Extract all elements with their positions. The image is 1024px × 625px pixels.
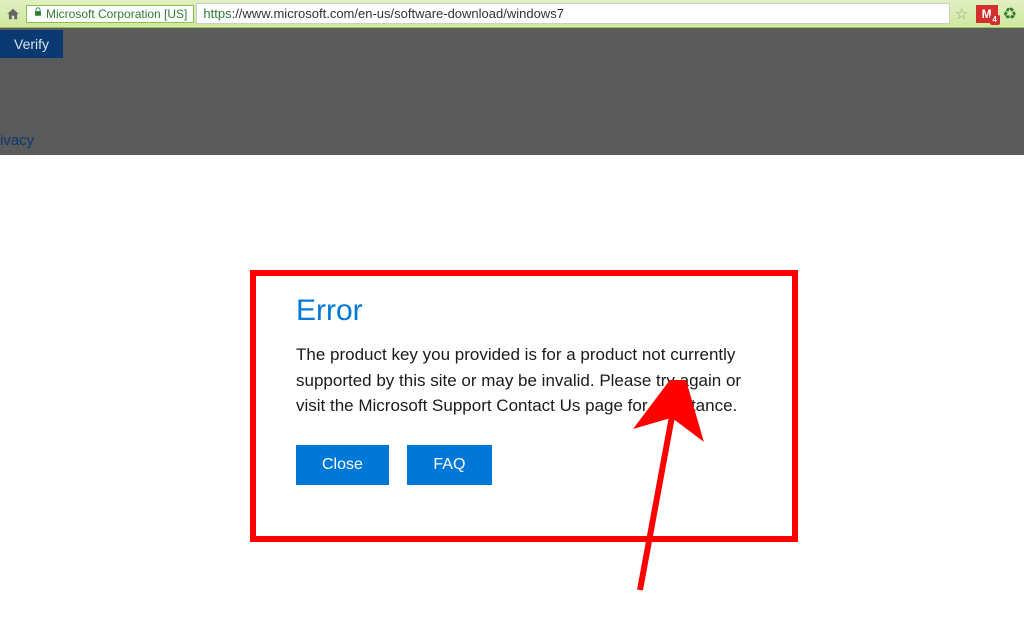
url-input[interactable]: https://www.microsoft.com/en-us/software… (196, 3, 949, 24)
error-dialog: Error The product key you provided is fo… (250, 270, 798, 542)
address-bar: Microsoft Corporation [US] https://www.m… (0, 0, 1024, 28)
gmail-unread-badge: 4 (990, 15, 1000, 25)
gmail-extension-icon[interactable]: 4 (976, 5, 998, 23)
recycle-extension-icon[interactable]: ♻ (1003, 4, 1017, 24)
content-area: Error The product key you provided is fo… (0, 155, 1024, 625)
ssl-label: Microsoft Corporation [US] (46, 7, 187, 21)
verify-button[interactable]: Verify (0, 30, 63, 58)
lock-icon (33, 7, 43, 20)
url-protocol: https (203, 6, 231, 21)
url-path: ://www.microsoft.com/en-us/software-down… (232, 6, 564, 21)
error-message: The product key you provided is for a pr… (296, 342, 758, 419)
dialog-button-row: Close FAQ (296, 445, 758, 485)
error-title: Error (296, 294, 758, 328)
privacy-link-fragment[interactable]: ivacy (0, 132, 34, 149)
bookmark-star-icon[interactable]: ☆ (952, 5, 972, 23)
page-dim-overlay: Verify ivacy (0, 28, 1024, 155)
home-icon[interactable] (4, 5, 22, 23)
faq-button[interactable]: FAQ (407, 445, 492, 485)
close-button[interactable]: Close (296, 445, 389, 485)
ssl-badge[interactable]: Microsoft Corporation [US] (26, 5, 194, 23)
